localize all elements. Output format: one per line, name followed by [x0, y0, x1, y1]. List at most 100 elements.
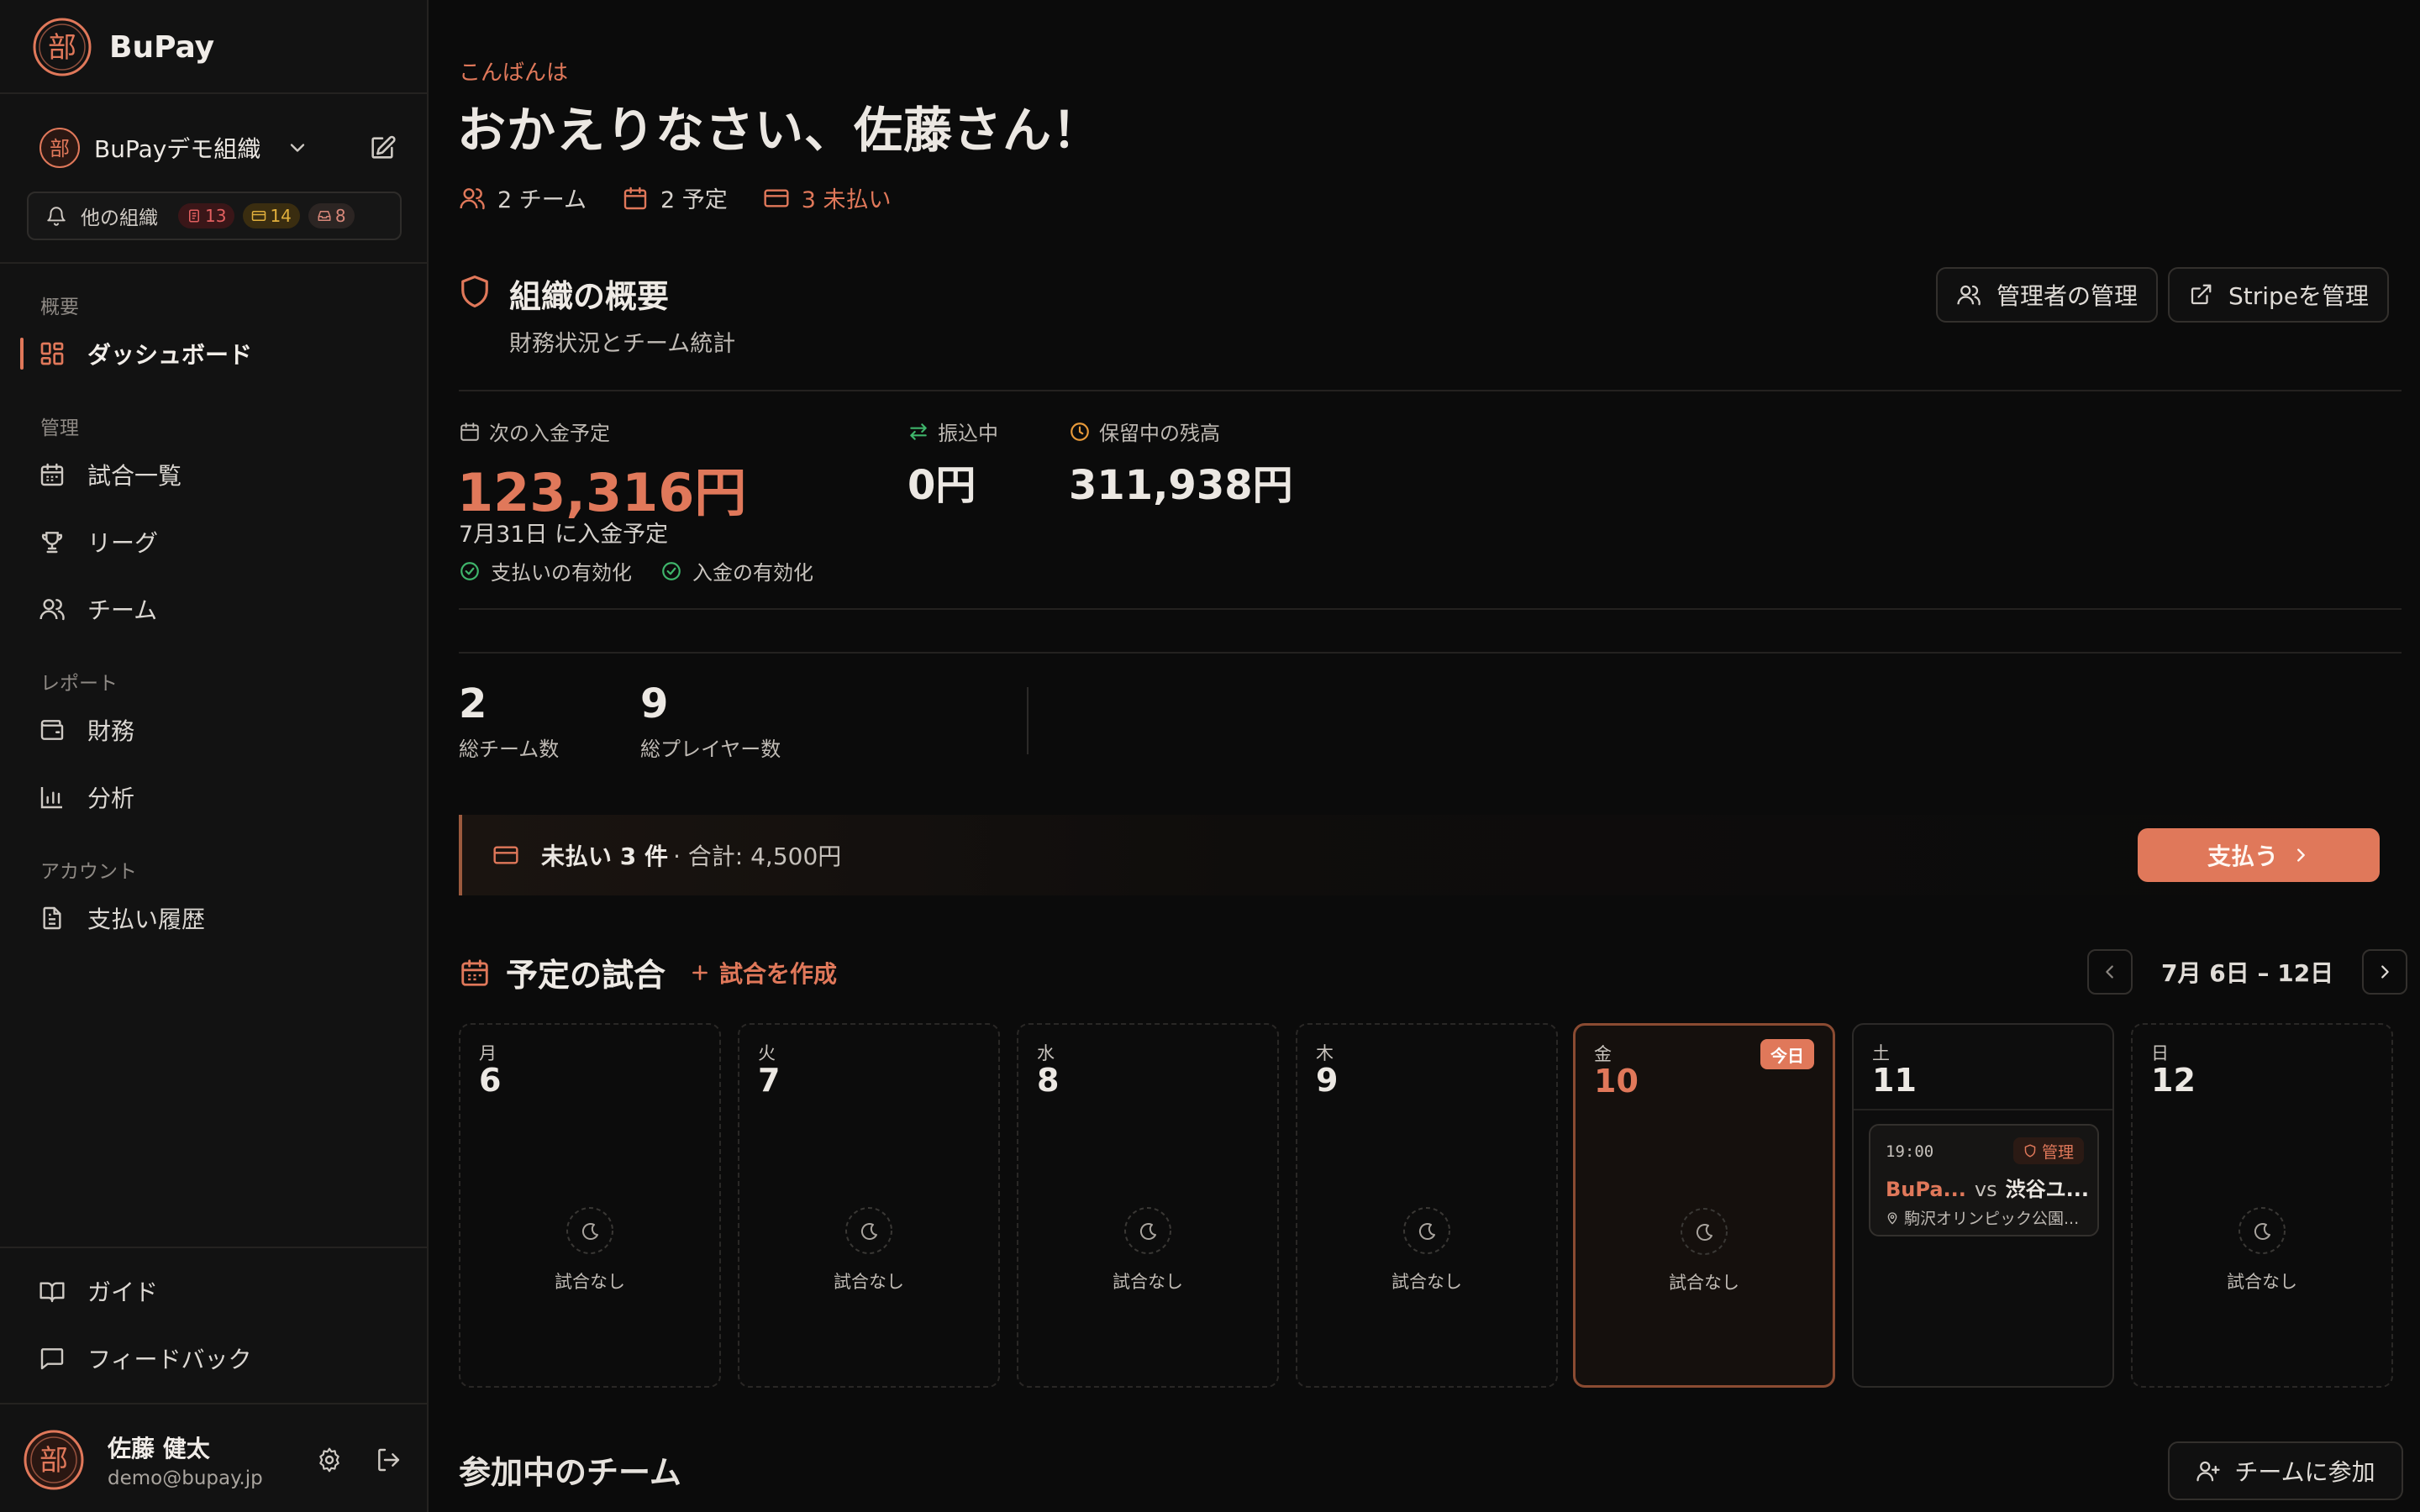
today-badge: 今日: [1760, 1039, 1814, 1069]
pending-balance-amount: 311,938円: [1069, 462, 1293, 509]
pay-button[interactable]: 支払う: [2138, 828, 2380, 882]
prev-week-button[interactable]: [2087, 949, 2133, 995]
next-payout-amount: 123,316円: [457, 462, 747, 523]
wallet-icon: [40, 720, 64, 740]
sidebar-item-analytics[interactable]: 分析: [39, 776, 392, 818]
users-icon: [1957, 285, 1981, 306]
sidebar-item-finance[interactable]: 財務: [39, 709, 392, 751]
payments-enabled-status: 支払いの有効化: [459, 556, 632, 585]
payment-status-checks: 支払いの有効化 入金の有効化: [459, 556, 813, 585]
card-count-badge: 14: [243, 203, 300, 228]
user-plus-icon: [2196, 1461, 2221, 1482]
user-profile: 部 佐藤 健太 demo@bupay.jp: [24, 1428, 402, 1492]
users-icon: [39, 599, 65, 621]
sidebar-divider: [0, 262, 429, 264]
divider: [459, 608, 2402, 610]
sidebar-item-dashboard[interactable]: ダッシュボード: [39, 333, 392, 375]
edit-icon[interactable]: [368, 134, 397, 162]
day-card-mon[interactable]: 月 6 試合なし: [459, 1023, 721, 1388]
credit-card-icon: [252, 211, 266, 221]
day-card-tue[interactable]: 火 7 試合なし: [738, 1023, 1000, 1388]
moon-icon: [2238, 1207, 2286, 1254]
summary-teams[interactable]: 2 チーム: [459, 181, 587, 214]
day-card-fri-today[interactable]: 金 10 今日 試合なし: [1573, 1023, 1835, 1388]
org-switcher[interactable]: 部 BuPayデモ組織: [39, 124, 400, 171]
unpaid-count: 未払い 3 件: [541, 843, 668, 870]
sidebar-item-guide[interactable]: ガイド: [39, 1270, 392, 1312]
brand[interactable]: 部 BuPay: [32, 17, 214, 77]
credit-card-icon: [493, 846, 518, 864]
moon-icon: [1124, 1207, 1171, 1254]
user-name: 佐藤 健太: [108, 1435, 210, 1462]
sidebar-item-league[interactable]: リーグ: [39, 521, 392, 563]
summary-row: 2 チーム 2 予定 3 未払い: [459, 181, 891, 214]
message-square-icon: [40, 1348, 64, 1370]
logout-icon[interactable]: [375, 1446, 402, 1473]
calendar-icon: [461, 958, 488, 986]
join-team-button[interactable]: チームに参加: [2168, 1441, 2403, 1500]
next-week-button[interactable]: [2362, 949, 2408, 995]
match-card[interactable]: 19:00 管理 BuPa... vs 渋谷ユ... 駒沢オリンピック公園...: [1869, 1124, 2099, 1236]
check-circle-icon: [460, 561, 479, 580]
day-card-sun[interactable]: 日 12 試合なし: [2131, 1023, 2393, 1388]
sidebar: 部 BuPay 部 BuPayデモ組織 他の組織 13 14 8 概要 ダッシュ…: [0, 0, 429, 1512]
empty-state: 試合なし: [739, 1206, 998, 1294]
chevron-down-icon[interactable]: [286, 136, 309, 160]
manage-stripe-button[interactable]: Stripeを管理: [2168, 267, 2390, 323]
day-card-sat[interactable]: 土 11 19:00 管理 BuPa... vs 渋谷ユ... 駒沢オリンピック…: [1852, 1023, 2114, 1388]
moon-icon: [566, 1207, 613, 1254]
summary-schedules[interactable]: 2 予定: [622, 181, 728, 214]
unpaid-alert: 未払い 3 件 · 合計: 4,500円: [459, 815, 2402, 895]
stat-divider: [1027, 687, 1028, 754]
avatar[interactable]: 部: [24, 1430, 84, 1490]
sidebar-divider: [0, 1403, 429, 1404]
external-link-icon: [2191, 284, 2212, 305]
chevron-left-icon: [2106, 965, 2113, 979]
org-name: BuPayデモ組織: [94, 135, 261, 163]
org-logo-icon: 部: [39, 128, 80, 168]
summary-unpaid[interactable]: 3 未払い: [763, 181, 891, 214]
sidebar-item-feedback[interactable]: フィードバック: [39, 1337, 392, 1379]
users-icon: [460, 187, 485, 209]
empty-state: 試合なし: [1018, 1206, 1277, 1294]
other-orgs-button[interactable]: 他の組織 13 14 8: [27, 192, 402, 240]
create-match-button[interactable]: 試合を作成: [689, 956, 837, 990]
admin-badge: 管理: [2012, 1137, 2084, 1164]
divider: [1854, 1109, 2112, 1110]
empty-state: 試合なし: [1297, 1206, 1556, 1294]
in-transit-amount: 0円: [908, 462, 976, 509]
total-teams-value: 2: [459, 680, 487, 727]
credit-card-icon: [764, 188, 789, 207]
day-card-thu[interactable]: 木 9 試合なし: [1296, 1023, 1558, 1388]
unpaid-total: · 合計: 4,500円: [672, 843, 842, 870]
away-team: 渋谷ユ...: [2005, 1178, 2089, 1201]
divider: [459, 652, 2402, 654]
week-range-label: 7月 6日 – 12日: [2161, 959, 2334, 987]
inbox-icon: [318, 211, 331, 221]
svg-text:部: 部: [48, 31, 76, 65]
settings-gear-icon[interactable]: [316, 1446, 343, 1473]
moon-icon: [1681, 1208, 1728, 1255]
bupay-logo-icon: 部: [33, 18, 92, 76]
sidebar-item-team[interactable]: チーム: [39, 588, 392, 630]
nav-section-account: アカウント: [40, 861, 137, 883]
joined-teams-title: 参加中のチーム: [459, 1454, 681, 1491]
match-venue: 駒沢オリンピック公園...: [1886, 1206, 2079, 1229]
other-orgs-label: 他の組織: [81, 207, 158, 229]
inbox-count-badge: 8: [308, 203, 355, 228]
page-title: おかえりなさい、佐藤さん！: [457, 102, 1102, 159]
bell-icon: [47, 207, 66, 226]
day-card-wed[interactable]: 水 8 試合なし: [1017, 1023, 1279, 1388]
week-navigator: 7月 6日 – 12日: [2087, 949, 2408, 995]
document-icon: [189, 209, 199, 223]
total-players-value: 9: [640, 680, 669, 727]
svg-text:部: 部: [50, 137, 70, 160]
next-payout-date: 7月31日 に入金予定: [459, 522, 669, 548]
payouts-enabled-status: 入金の有効化: [660, 556, 813, 585]
sidebar-item-matches[interactable]: 試合一覧: [39, 454, 392, 496]
nav-section-manage: 管理: [40, 417, 79, 439]
shield-icon: [2024, 1144, 2036, 1158]
sidebar-item-payment-history[interactable]: 支払い履歴: [39, 897, 392, 939]
manage-admins-button[interactable]: 管理者の管理: [1936, 267, 2159, 323]
invoice-count-badge: 13: [178, 203, 235, 228]
